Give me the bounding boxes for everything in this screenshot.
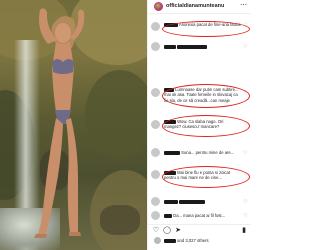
comment-text: Mai bine flu e ponta si zoicat pentru o … [164, 170, 231, 181]
redacted-username [164, 199, 178, 204]
heart-icon[interactable]: ♡ [243, 45, 248, 50]
comment-text [164, 199, 241, 204]
bookmark-icon[interactable]: ▮ [240, 227, 248, 235]
comment-item: Anorexia pacat de fine-aria fauna ♡ [148, 19, 251, 35]
redacted-username [164, 238, 176, 243]
liker-avatar[interactable] [154, 237, 161, 244]
commenter-avatar[interactable] [151, 170, 160, 179]
commenter-avatar[interactable] [151, 211, 160, 220]
post-username[interactable]: officialdianamunteanu [166, 3, 224, 9]
heart-icon[interactable]: ♡ [243, 24, 248, 29]
comment-text [164, 44, 241, 49]
comment-text: Wow. Ca slaba nago. Ori mangez? ciusescu… [164, 119, 224, 130]
comment-item: Wow. Ca slaba nago. Ori mangez? ciusescu… [148, 117, 251, 135]
redacted-text [179, 199, 206, 204]
commenter-avatar[interactable] [151, 148, 160, 157]
comment-item: ♡ [148, 197, 251, 207]
comment-item: Mai bine flu e ponta si zoicat pentru o … [148, 168, 251, 186]
heart-icon[interactable]: ♡ [152, 227, 160, 235]
heart-icon[interactable]: ♡ [243, 92, 248, 97]
redacted-username [164, 119, 176, 124]
comment-item: Lumnoase dar putin cam subtire... mai ok… [148, 86, 251, 108]
more-horizontal-icon[interactable]: ⋯ [239, 2, 248, 10]
heart-icon[interactable]: ♡ [243, 151, 248, 156]
share-icon[interactable]: ➤ [174, 227, 182, 235]
redacted-username [164, 170, 176, 175]
heart-icon[interactable]: ♡ [243, 200, 248, 205]
comment-text: Suna... pentru mine de are... [164, 150, 241, 155]
comment-item: Da... mana pacat ai fil fost... ♡ [148, 210, 251, 222]
comment-item: ♡ [148, 41, 251, 53]
likes-summary[interactable]: and 3,027 others [164, 238, 209, 243]
comment-text: Da... mana pacat ai fil fost... [164, 213, 241, 218]
redacted-username [164, 44, 176, 49]
comment-text: Anorexia pacat de fine-aria fauna [164, 22, 241, 27]
commenter-avatar[interactable] [151, 42, 160, 51]
comments-panel: officialdianamunteanu ⋯ Anorexia pacat d… [147, 0, 251, 250]
post-photo[interactable] [0, 0, 147, 250]
commenter-avatar[interactable] [151, 197, 160, 206]
redacted-username [164, 22, 178, 27]
commenter-avatar[interactable] [151, 120, 160, 129]
comment-text: Lumnoase dar putin cam subtire... mai ok… [164, 87, 239, 103]
redacted-username [164, 87, 174, 92]
redacted-text [177, 44, 208, 49]
commenter-avatar[interactable] [151, 88, 160, 97]
comment-icon[interactable]: ◯ [163, 227, 171, 235]
comment-item: Suna... pentru mine de are... ♡ [148, 147, 251, 159]
post-header: officialdianamunteanu ⋯ [148, 0, 251, 14]
profile-avatar[interactable] [154, 2, 163, 11]
heart-icon[interactable]: ♡ [243, 173, 248, 178]
person-figure [34, 8, 85, 238]
action-bar: ♡ ◯ ➤ ▮ [148, 224, 251, 236]
redacted-username [164, 150, 180, 155]
commenter-avatar[interactable] [151, 22, 160, 31]
redacted-username [164, 213, 172, 218]
heart-icon[interactable]: ♡ [243, 122, 248, 127]
heart-icon[interactable]: ♡ [243, 214, 248, 219]
